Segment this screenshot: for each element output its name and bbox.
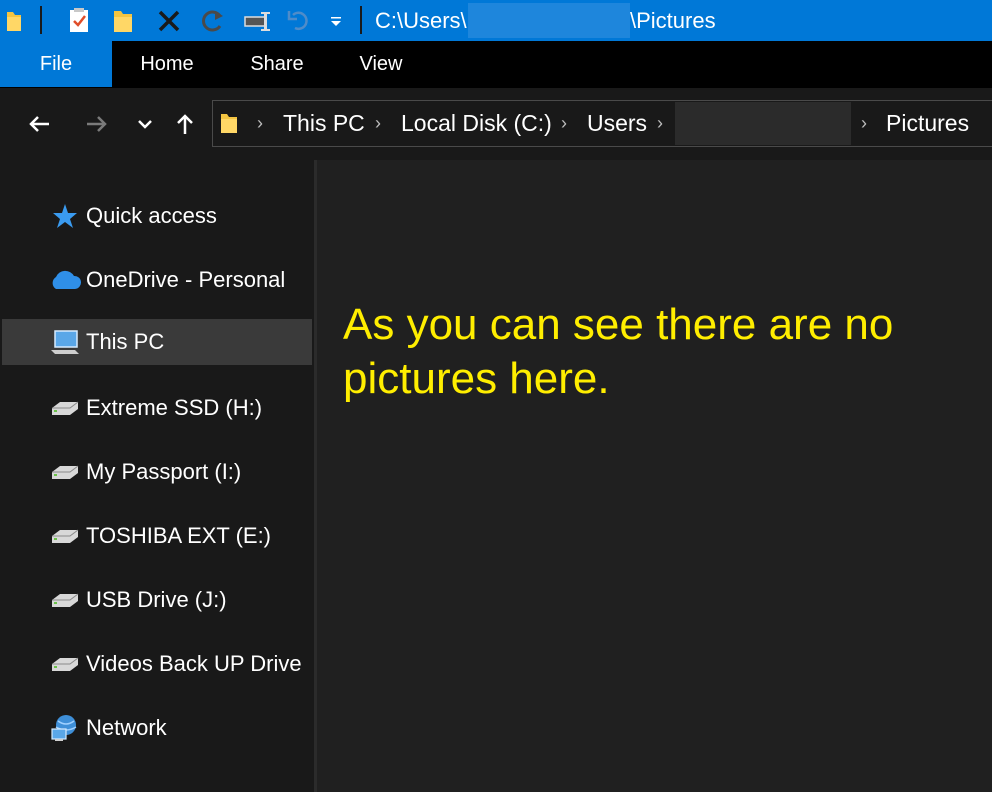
address-folder-icon	[219, 111, 239, 140]
breadcrumb-chevron-icon[interactable]: ›	[257, 101, 263, 146]
sidebar-item-label: My Passport (I:)	[86, 459, 242, 484]
redo-icon[interactable]	[196, 0, 228, 41]
breadcrumb-users[interactable]: Users	[587, 101, 647, 146]
folder-icon[interactable]	[2, 0, 26, 41]
cloud-icon	[48, 265, 82, 295]
star-icon	[48, 201, 82, 231]
sidebar-item-this-pc[interactable]: This PC	[2, 319, 312, 365]
breadcrumb-pictures[interactable]: Pictures	[886, 101, 969, 146]
title-bar: C:\Users\ \Pictures	[0, 0, 992, 41]
redacted-username	[468, 3, 630, 38]
ribbon-tabs: File Home Share View	[0, 41, 992, 88]
window-title-path-suffix: \Pictures	[630, 8, 716, 33]
annotation-line: pictures here.	[343, 354, 610, 403]
drive-icon	[48, 521, 82, 551]
up-arrow-icon[interactable]	[170, 106, 200, 142]
computer-icon	[48, 327, 82, 357]
sidebar-item-quick-access[interactable]: Quick access	[2, 193, 312, 239]
tab-share[interactable]: Share	[238, 41, 316, 87]
sidebar-item-onedrive[interactable]: OneDrive - Personal	[2, 257, 312, 303]
sidebar-item-label: Network	[86, 715, 167, 740]
annotation-text: As you can see there are no pictures her…	[343, 298, 983, 406]
sidebar-item-network[interactable]: Network	[2, 705, 312, 751]
address-bar[interactable]: › This PC › Local Disk (C:) › Users › › …	[212, 100, 992, 147]
navigation-bar: › This PC › Local Disk (C:) › Users › › …	[0, 88, 992, 160]
breadcrumb-local-disk[interactable]: Local Disk (C:)	[401, 101, 552, 146]
forward-arrow-icon[interactable]	[82, 106, 112, 142]
sidebar-item-label: Videos Back UP Drive	[86, 651, 302, 676]
undo-icon[interactable]	[284, 0, 314, 41]
sidebar-item-toshiba-ext[interactable]: TOSHIBA EXT (E:)	[2, 513, 312, 559]
tab-file[interactable]: File	[0, 41, 112, 87]
recent-locations-chevron-icon[interactable]	[130, 106, 160, 142]
file-list-area[interactable]: As you can see there are no pictures her…	[317, 160, 992, 792]
redacted-username-crumb	[675, 102, 851, 145]
network-icon	[48, 713, 82, 743]
drive-icon	[48, 393, 82, 423]
sidebar-item-my-passport[interactable]: My Passport (I:)	[2, 449, 312, 495]
toolbar-separator	[360, 6, 362, 34]
drive-icon	[48, 649, 82, 679]
breadcrumb-this-pc[interactable]: This PC	[283, 101, 365, 146]
back-arrow-icon[interactable]	[24, 106, 54, 142]
sidebar-item-label: USB Drive (J:)	[86, 587, 227, 612]
sidebar-item-label: Quick access	[86, 203, 217, 228]
drive-icon	[48, 457, 82, 487]
breadcrumb-chevron-icon[interactable]: ›	[375, 101, 381, 146]
customize-quick-access-icon[interactable]	[326, 0, 346, 41]
breadcrumb-chevron-icon[interactable]: ›	[861, 101, 867, 146]
properties-icon[interactable]	[64, 0, 94, 41]
delete-icon[interactable]	[154, 0, 184, 41]
toolbar-separator	[40, 6, 42, 34]
sidebar-item-videos-backup-drive[interactable]: Videos Back UP Drive	[2, 641, 312, 687]
window-title-path-prefix: C:\Users\	[375, 8, 467, 33]
rename-icon[interactable]	[240, 0, 274, 41]
tab-home[interactable]: Home	[126, 41, 208, 87]
new-folder-icon[interactable]	[108, 0, 138, 41]
drive-icon	[48, 585, 82, 615]
breadcrumb-chevron-icon[interactable]: ›	[561, 101, 567, 146]
sidebar-item-usb-drive[interactable]: USB Drive (J:)	[2, 577, 312, 623]
sidebar-item-label: TOSHIBA EXT (E:)	[86, 523, 272, 548]
sidebar-item-label: Extreme SSD (H:)	[86, 395, 263, 420]
sidebar-item-extreme-ssd[interactable]: Extreme SSD (H:)	[2, 385, 312, 431]
sidebar-item-label: OneDrive - Personal	[86, 267, 286, 292]
sidebar-item-label: This PC	[86, 329, 165, 354]
breadcrumb-chevron-icon[interactable]: ›	[657, 101, 663, 146]
navigation-pane: Quick access OneDrive - Personal This PC…	[0, 160, 314, 792]
annotation-line: As you can see there are no	[343, 300, 894, 349]
tab-view[interactable]: View	[346, 41, 416, 87]
